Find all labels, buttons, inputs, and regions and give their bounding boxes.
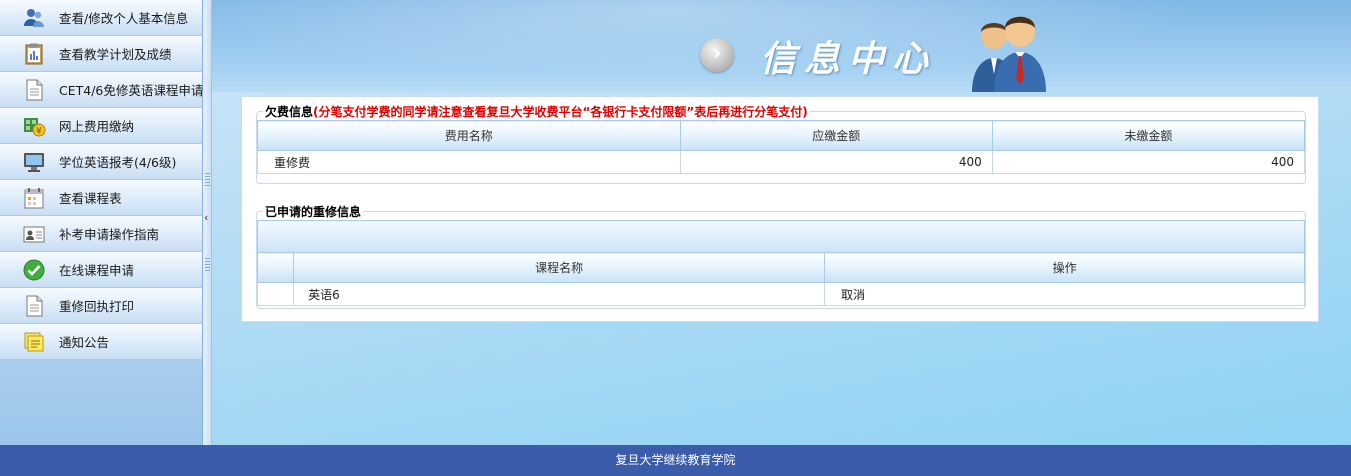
sidebar-item-label: 学位英语报考(4/6级) bbox=[59, 155, 177, 170]
arrears-section: 欠费信息(分笔支付学费的同学请注意查看复旦大学收费平台“各银行卡支付限额”表后再… bbox=[256, 103, 1306, 184]
sidebar-item-makeup-guide[interactable]: 补考申请操作指南 bbox=[0, 216, 202, 252]
sidebar-item-label: 通知公告 bbox=[59, 335, 110, 350]
sidebar-item-label: 补考申请操作指南 bbox=[59, 227, 160, 242]
payment-icon: ¥ bbox=[22, 114, 46, 138]
column-header-amount-due: 应缴金额 bbox=[679, 120, 993, 151]
cancel-retake-link[interactable]: 取消 bbox=[824, 282, 1305, 306]
sidebar-item-label: 查看课程表 bbox=[59, 191, 122, 206]
column-header-action: 操作 bbox=[824, 252, 1305, 283]
sidebar-item-online-course[interactable]: 在线课程申请 bbox=[0, 252, 202, 288]
svg-text:¥: ¥ bbox=[36, 126, 42, 136]
retake-table-caption bbox=[257, 220, 1305, 252]
banner: › 信息中心 bbox=[212, 0, 1351, 92]
business-people-icon bbox=[960, 10, 1052, 92]
sidebar-item-teaching-plan[interactable]: 查看教学计划及成绩 bbox=[0, 36, 202, 72]
course-name-cell: 英语6 bbox=[293, 282, 826, 306]
column-header-fee-name: 费用名称 bbox=[257, 120, 681, 151]
sidebar-item-online-payment[interactable]: ¥ 网上费用缴纳 bbox=[0, 108, 202, 144]
id-card-icon bbox=[22, 222, 46, 246]
sidebar-item-retake-print[interactable]: 重修回执打印 bbox=[0, 288, 202, 324]
user-group-icon bbox=[22, 6, 46, 30]
arrears-table: 费用名称 应缴金额 未缴金额 重修费 400 400 bbox=[257, 120, 1306, 174]
sidebar-item-label: CET4/6免修英语课程申请 bbox=[59, 83, 204, 98]
sidebar-item-degree-english[interactable]: 学位英语报考(4/6级) bbox=[0, 144, 202, 180]
column-header-course-name: 课程名称 bbox=[293, 252, 826, 283]
notes-icon bbox=[22, 330, 46, 354]
main-content: › 信息中心 欠费信息(分笔支付学费的同学请注意查看复旦大学收费平台“各银行卡支… bbox=[212, 0, 1351, 445]
payment-limit-notice: (分笔支付学费的同学请注意查看复旦大学收费平台“各银行卡支付限额”表后再进行分笔… bbox=[313, 105, 808, 119]
check-circle-icon bbox=[22, 258, 46, 282]
collapse-sidebar-icon[interactable]: ‹ bbox=[204, 211, 208, 224]
splitter-grip-bottom bbox=[205, 258, 210, 272]
table-row: 重修费 400 400 bbox=[257, 150, 1306, 174]
fee-name-cell: 重修费 bbox=[257, 150, 681, 174]
document-icon bbox=[22, 78, 46, 102]
amount-unpaid-cell: 400 bbox=[991, 150, 1306, 174]
sidebar-item-label: 网上费用缴纳 bbox=[59, 119, 135, 134]
sidebar-item-label: 重修回执打印 bbox=[59, 299, 135, 314]
arrears-legend: 欠费信息(分笔支付学费的同学请注意查看复旦大学收费平台“各银行卡支付限额”表后再… bbox=[263, 103, 810, 120]
retake-table: 课程名称 操作 英语6 取消 bbox=[256, 252, 1305, 306]
page-title: 信息中心 bbox=[760, 38, 937, 80]
sidebar-splitter[interactable]: ‹ bbox=[203, 0, 212, 445]
content-panel: 欠费信息(分笔支付学费的同学请注意查看复旦大学收费平台“各银行卡支付限额”表后再… bbox=[241, 96, 1319, 322]
clipboard-icon bbox=[22, 42, 46, 66]
table-row: 英语6 取消 bbox=[256, 282, 1305, 306]
column-header-amount-unpaid: 未缴金额 bbox=[991, 120, 1306, 151]
monitor-icon bbox=[22, 150, 46, 174]
sidebar-item-cet-exemption[interactable]: CET4/6免修英语课程申请 bbox=[0, 72, 204, 108]
arrears-legend-title: 欠费信息 bbox=[265, 105, 314, 119]
amount-due-cell: 400 bbox=[679, 150, 993, 174]
column-header-select bbox=[256, 252, 295, 283]
retake-legend: 已申请的重修信息 bbox=[265, 205, 362, 219]
document-icon bbox=[22, 294, 46, 318]
splitter-grip-top bbox=[205, 173, 210, 187]
sidebar-menu: 查看/修改个人基本信息 查看教学计划及成绩 CET4/6免修英语课程申请 ¥ 网… bbox=[0, 0, 203, 445]
footer: 复旦大学继续教育学院 bbox=[0, 445, 1351, 476]
sidebar-item-notices[interactable]: 通知公告 bbox=[0, 324, 202, 360]
arrow-right-icon: › bbox=[700, 38, 734, 72]
select-cell bbox=[256, 282, 295, 306]
retake-section: 已申请的重修信息 课程名称 操作 英语6 取消 bbox=[256, 203, 1306, 309]
sidebar-item-personal-info[interactable]: 查看/修改个人基本信息 bbox=[0, 0, 202, 36]
calendar-icon bbox=[22, 186, 46, 210]
sidebar-item-label: 查看/修改个人基本信息 bbox=[59, 11, 189, 26]
sidebar-item-schedule[interactable]: 查看课程表 bbox=[0, 180, 202, 216]
sidebar-item-label: 在线课程申请 bbox=[59, 263, 135, 278]
sidebar-item-label: 查看教学计划及成绩 bbox=[59, 47, 172, 62]
